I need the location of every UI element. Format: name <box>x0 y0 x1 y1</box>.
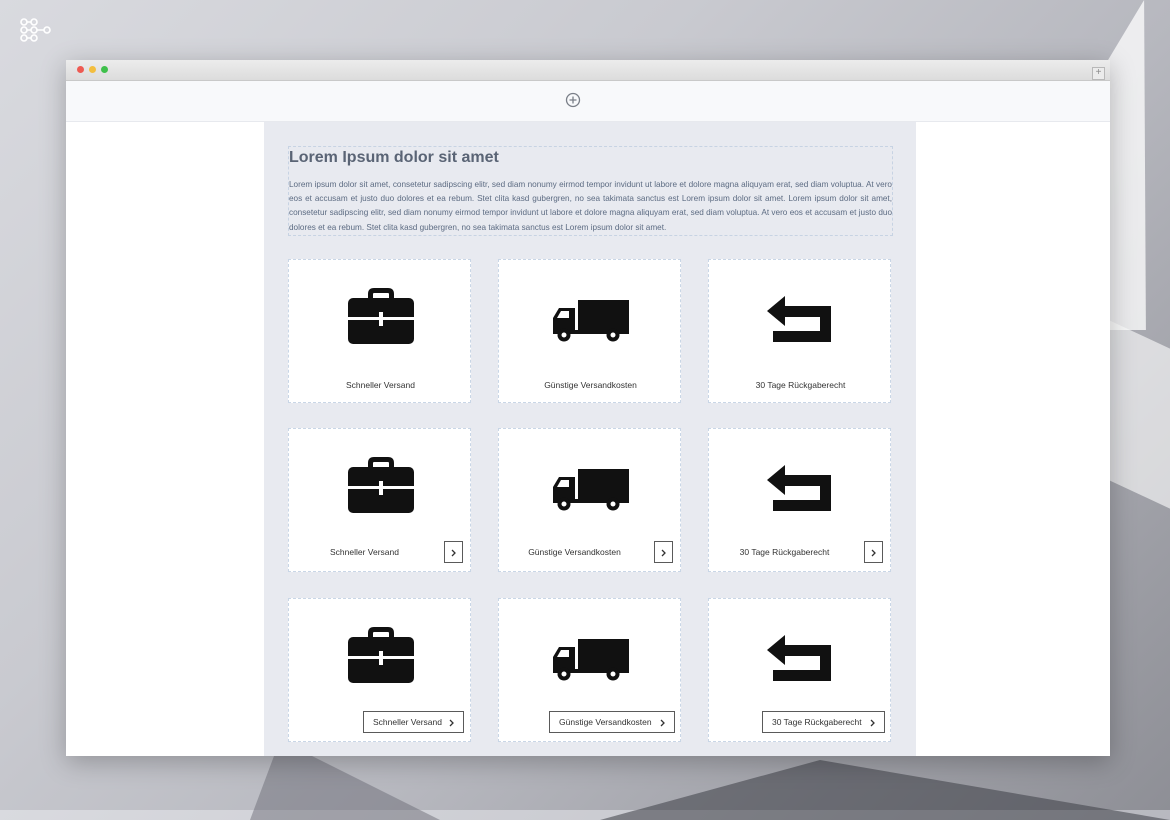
card-arrow-button[interactable] <box>444 541 463 563</box>
maximize-window-button[interactable] <box>101 66 108 73</box>
new-tab-button[interactable]: + <box>1092 67 1105 80</box>
section-heading: Lorem Ipsum dolor sit amet <box>289 149 499 166</box>
feature-card-shipping[interactable]: Schneller Versand <box>288 259 471 403</box>
close-window-button[interactable] <box>77 66 84 73</box>
chevron-right-icon <box>449 719 454 727</box>
truck-icon <box>553 300 629 342</box>
card-arrow-button[interactable] <box>654 541 673 563</box>
feature-button[interactable]: Schneller Versand <box>363 711 464 733</box>
text-block[interactable]: Lorem Ipsum dolor sit amet Lorem ipsum d… <box>288 146 893 236</box>
chevron-right-icon <box>661 549 666 557</box>
feature-button[interactable]: Günstige Versandkosten <box>549 711 675 733</box>
feature-label: Schneller Versand <box>330 547 399 557</box>
card-arrow-button[interactable] <box>864 541 883 563</box>
window-titlebar: + <box>66 60 1110 81</box>
return-arrow-icon <box>767 635 831 681</box>
feature-button-label: 30 Tage Rückgaberecht <box>772 717 862 727</box>
feature-card-shipping-cost[interactable]: Günstige Versandkosten <box>498 259 681 403</box>
page-canvas: Lorem Ipsum dolor sit amet Lorem ipsum d… <box>264 122 916 756</box>
add-element-icon[interactable] <box>563 90 583 110</box>
chevron-right-icon <box>871 549 876 557</box>
minimize-window-button[interactable] <box>89 66 96 73</box>
feature-label: Günstige Versandkosten <box>544 380 637 390</box>
feature-card-returns[interactable]: 30 Tage Rückgaberecht <box>708 598 891 742</box>
feature-label: 30 Tage Rückgaberecht <box>755 380 846 390</box>
chevron-right-icon <box>660 719 665 727</box>
feature-button-label: Günstige Versandkosten <box>559 717 652 727</box>
editor-toolbar <box>66 81 1110 122</box>
feature-card-shipping-cost[interactable]: Günstige Versandkosten <box>498 428 681 572</box>
return-arrow-icon <box>767 296 831 342</box>
feature-card-shipping[interactable]: Schneller Versand <box>288 428 471 572</box>
briefcase-icon <box>348 627 414 683</box>
feature-label: Günstige Versandkosten <box>528 547 621 557</box>
background-shape <box>600 760 1170 820</box>
return-arrow-icon <box>767 465 831 511</box>
feature-label: Schneller Versand <box>346 380 415 390</box>
feature-card-returns[interactable]: 30 Tage Rückgaberecht <box>708 259 891 403</box>
feature-card-returns[interactable]: 30 Tage Rückgaberecht <box>708 428 891 572</box>
truck-icon <box>553 639 629 681</box>
feature-button[interactable]: 30 Tage Rückgaberecht <box>762 711 885 733</box>
feature-card-shipping[interactable]: Schneller Versand <box>288 598 471 742</box>
feature-label: 30 Tage Rückgaberecht <box>739 547 830 557</box>
app-logo-icon <box>20 18 51 42</box>
truck-icon <box>553 469 629 511</box>
section-paragraph: Lorem ipsum dolor sit amet, consetetur s… <box>289 180 892 232</box>
feature-card-shipping-cost[interactable]: Günstige Versandkosten <box>498 598 681 742</box>
chevron-right-icon <box>870 719 875 727</box>
browser-window: + Lorem Ipsum dolor sit amet Lorem ipsum… <box>66 60 1110 756</box>
chevron-right-icon <box>451 549 456 557</box>
feature-button-label: Schneller Versand <box>373 717 442 727</box>
briefcase-icon <box>348 288 414 344</box>
briefcase-icon <box>348 457 414 513</box>
